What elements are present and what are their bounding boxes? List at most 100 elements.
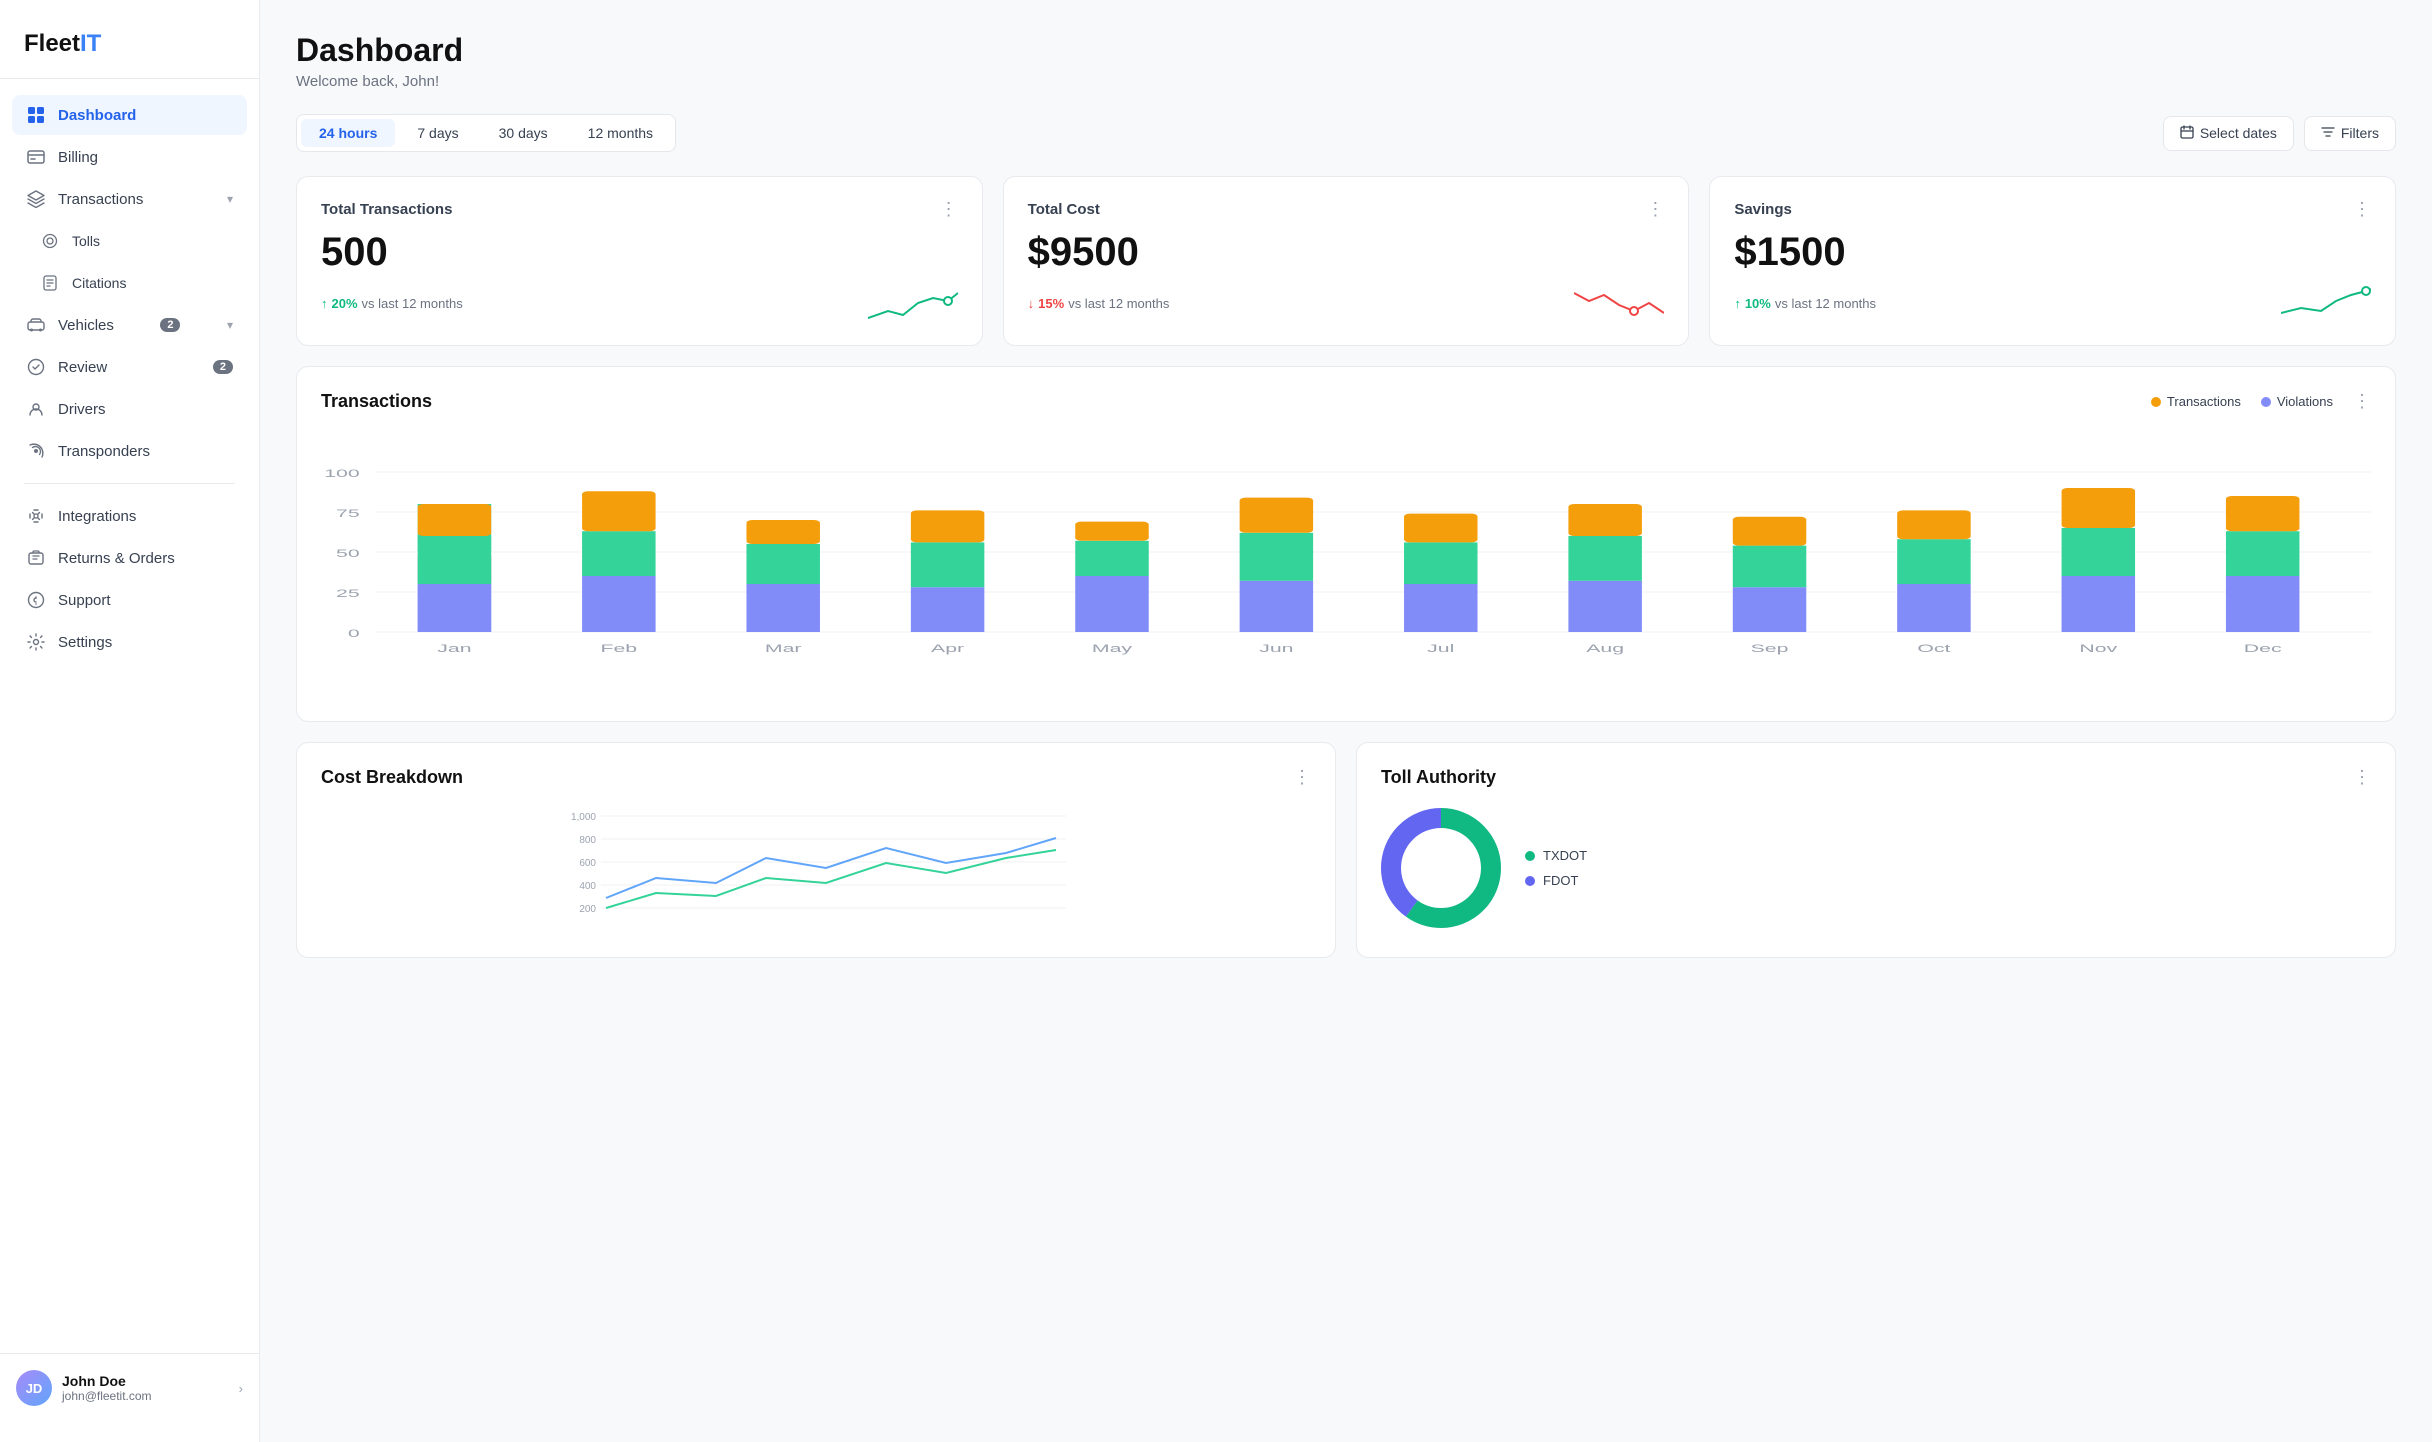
- sidebar-item-label: Review: [58, 359, 107, 376]
- sidebar-item-label: Transactions: [58, 191, 143, 208]
- filters-button[interactable]: Filters: [2304, 116, 2396, 151]
- sidebar-item-dashboard[interactable]: Dashboard: [12, 95, 247, 135]
- legend-label: FDOT: [1543, 873, 1578, 888]
- mini-chart-cost: [1574, 283, 1664, 323]
- svg-text:Jul: Jul: [1427, 642, 1454, 654]
- user-email: john@fleetit.com: [62, 1389, 229, 1403]
- card-menu-icon[interactable]: ⋮: [1646, 199, 1664, 220]
- billing-icon: [26, 147, 46, 167]
- tab-12months[interactable]: 12 months: [570, 119, 671, 147]
- user-profile[interactable]: JD John Doe john@fleetit.com ›: [0, 1353, 259, 1422]
- toll-authority-menu[interactable]: ⋮: [2353, 767, 2371, 788]
- tab-24hours[interactable]: 24 hours: [301, 119, 395, 147]
- sidebar-item-label: Billing: [58, 149, 98, 166]
- card-value: $1500: [1734, 230, 2371, 275]
- sidebar-item-transactions[interactable]: Transactions ▾: [12, 179, 247, 219]
- card-footer: ↑ 10% vs last 12 months: [1734, 283, 2371, 323]
- integrations-icon: [26, 506, 46, 526]
- trend-pct: 15%: [1038, 296, 1064, 311]
- mini-chart-savings: [2281, 283, 2371, 323]
- trend-up-icon: ↑: [1734, 296, 1741, 311]
- chart-legend: Transactions Violations: [2151, 394, 2333, 409]
- card-title: Savings: [1734, 201, 1792, 218]
- svg-text:200: 200: [579, 904, 596, 915]
- trend-pct: 10%: [1745, 296, 1771, 311]
- card-trend: ↓ 15% vs last 12 months: [1028, 296, 1170, 311]
- sidebar-item-label: Transponders: [58, 443, 150, 460]
- toll-authority-card: Toll Authority ⋮ TXDOT FDOT: [1356, 742, 2396, 958]
- card-title: Total Transactions: [321, 201, 452, 218]
- page-title: Dashboard: [296, 32, 2396, 69]
- section-header: Cost Breakdown ⋮: [321, 767, 1311, 788]
- transponders-icon: [26, 441, 46, 461]
- trend-pct: 20%: [332, 296, 358, 311]
- card-footer: ↓ 15% vs last 12 months: [1028, 283, 1665, 323]
- svg-text:Dec: Dec: [2244, 642, 2282, 654]
- sidebar-item-label: Dashboard: [58, 107, 136, 124]
- chart-menu-icon[interactable]: ⋮: [2353, 391, 2371, 412]
- svg-text:25: 25: [336, 587, 360, 599]
- trend-up-icon: ↑: [321, 296, 328, 311]
- svg-text:May: May: [1092, 642, 1133, 654]
- sidebar-item-label: Integrations: [58, 508, 136, 525]
- cost-breakdown-menu[interactable]: ⋮: [1293, 767, 1311, 788]
- tab-30days[interactable]: 30 days: [481, 119, 566, 147]
- avatar: JD: [16, 1370, 52, 1406]
- vehicles-badge: 2: [160, 318, 180, 332]
- sidebar-item-vehicles[interactable]: Vehicles 2 ▾: [12, 305, 247, 345]
- select-dates-button[interactable]: Select dates: [2163, 116, 2294, 151]
- legend-dot: [2261, 397, 2271, 407]
- sidebar-item-settings[interactable]: Settings: [12, 622, 247, 662]
- sidebar-item-review[interactable]: Review 2: [12, 347, 247, 387]
- support-icon: [26, 590, 46, 610]
- svg-text:Mar: Mar: [765, 642, 802, 654]
- card-total-cost: Total Cost ⋮ $9500 ↓ 15% vs last 12 mont…: [1003, 176, 1690, 346]
- sidebar-item-label: Settings: [58, 634, 112, 651]
- svg-text:Feb: Feb: [601, 642, 638, 654]
- card-menu-icon[interactable]: ⋮: [2353, 199, 2371, 220]
- legend-dot: [2151, 397, 2161, 407]
- sidebar-item-label: Drivers: [58, 401, 106, 418]
- svg-text:50: 50: [336, 547, 360, 559]
- app-logo: FleetIT: [0, 20, 259, 79]
- page-subtitle: Welcome back, John!: [296, 73, 2396, 90]
- tab-7days[interactable]: 7 days: [399, 119, 476, 147]
- footer-user-info: John Doe john@fleetit.com: [62, 1373, 229, 1403]
- svg-text:800: 800: [579, 835, 596, 846]
- cost-breakdown-title: Cost Breakdown: [321, 767, 463, 788]
- sidebar-item-returns[interactable]: Returns & Orders: [12, 538, 247, 578]
- vehicle-icon: [26, 315, 46, 335]
- legend-label: Transactions: [2167, 394, 2241, 409]
- sidebar-item-transponders[interactable]: Transponders: [12, 431, 247, 471]
- sidebar-item-tolls[interactable]: Tolls: [12, 221, 247, 261]
- settings-icon: [26, 632, 46, 652]
- svg-text:400: 400: [579, 881, 596, 892]
- card-header: Total Transactions ⋮: [321, 199, 958, 220]
- svg-text:Sep: Sep: [1751, 642, 1789, 654]
- card-header: Savings ⋮: [1734, 199, 2371, 220]
- trend-label: vs last 12 months: [362, 296, 463, 311]
- mini-chart-transactions: [868, 283, 958, 323]
- sidebar-item-integrations[interactable]: Integrations: [12, 496, 247, 536]
- svg-text:100: 100: [324, 467, 359, 479]
- select-dates-label: Select dates: [2200, 125, 2277, 141]
- sidebar-divider: [24, 483, 235, 484]
- card-menu-icon[interactable]: ⋮: [940, 199, 958, 220]
- sidebar-item-support[interactable]: Support: [12, 580, 247, 620]
- returns-icon: [26, 548, 46, 568]
- card-header: Total Cost ⋮: [1028, 199, 1665, 220]
- main-content: Dashboard Welcome back, John! 24 hours 7…: [260, 0, 2432, 1442]
- legend-violations: Violations: [2261, 394, 2333, 409]
- sidebar-item-drivers[interactable]: Drivers: [12, 389, 247, 429]
- svg-text:0: 0: [348, 627, 360, 639]
- time-filter-tabs: 24 hours 7 days 30 days 12 months: [296, 114, 676, 152]
- legend-txdot: TXDOT: [1525, 848, 1587, 863]
- filter-icon: [2321, 125, 2335, 142]
- sidebar-item-billing[interactable]: Billing: [12, 137, 247, 177]
- sidebar-navigation: Dashboard Billing Transactions ▾ Tolls: [0, 95, 259, 1353]
- legend-dot: [1525, 851, 1535, 861]
- card-title: Total Cost: [1028, 201, 1100, 218]
- cost-breakdown-card: Cost Breakdown ⋮ 1,000 800 600 400 200: [296, 742, 1336, 958]
- transactions-chart-card: Transactions Transactions Violations ⋮: [296, 366, 2396, 722]
- sidebar-item-citations[interactable]: Citations: [12, 263, 247, 303]
